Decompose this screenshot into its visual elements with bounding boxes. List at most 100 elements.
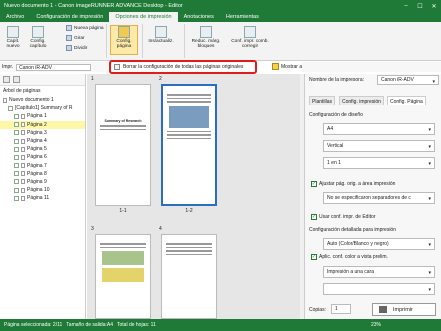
title-bar: Nuevo documento 1 - Canon imageRUNNER AD… bbox=[0, 0, 441, 12]
page-number: 2 bbox=[159, 76, 162, 82]
text-line bbox=[167, 137, 211, 139]
page-checkbox[interactable] bbox=[14, 122, 19, 128]
page-checkbox[interactable] bbox=[14, 130, 19, 136]
close-button[interactable]: ✕ bbox=[427, 3, 441, 10]
printer-select[interactable]: Canon iR-ADV bbox=[16, 63, 92, 71]
orientation-select[interactable]: Vertical ▾ bbox=[323, 140, 435, 152]
text-line bbox=[167, 101, 211, 103]
page-thumbnail[interactable] bbox=[161, 234, 217, 319]
tab-plantillas[interactable]: Plantillas bbox=[309, 96, 336, 105]
printer-label: Impr. bbox=[2, 64, 14, 70]
extra-option-select[interactable]: ▾ bbox=[323, 283, 435, 295]
split-button[interactable]: Dividir bbox=[66, 45, 87, 51]
output-size-status: Tamaño de salida:A4 bbox=[66, 322, 113, 328]
tree-page[interactable]: Página 9 bbox=[0, 178, 85, 186]
color-preview-checkbox[interactable]: ✓ Aplic. conf. color a vista prelim. bbox=[311, 254, 388, 260]
check-icon: ✓ bbox=[311, 181, 317, 187]
tree-page-selected[interactable]: Página 2 bbox=[0, 120, 85, 129]
insert-update-button[interactable]: Ins/actualiz. bbox=[146, 26, 176, 44]
tree-root[interactable]: Nuevo documento 1 bbox=[0, 96, 85, 104]
separator-select[interactable]: No se especificaron separadores de c ▾ bbox=[323, 192, 435, 204]
page-thumbnail-selected[interactable] bbox=[161, 84, 217, 206]
adjust-label: Ajustar pág. orig. a área impresión bbox=[319, 181, 396, 187]
chevron-down-icon: ▾ bbox=[428, 242, 431, 248]
paper-size-select[interactable]: A4 ▾ bbox=[323, 123, 435, 135]
tab-herramientas[interactable]: Herramientas bbox=[220, 12, 265, 22]
reset-all-pages-button[interactable]: Borrar la configuración de todas las pág… bbox=[109, 60, 257, 74]
chapter-checkbox[interactable] bbox=[8, 105, 13, 111]
expand-icon[interactable] bbox=[3, 76, 10, 83]
tree-page[interactable]: Página 8 bbox=[0, 170, 85, 178]
collapse-icon[interactable] bbox=[13, 76, 20, 83]
user-conf-checkbox[interactable]: ✓ Usar conf. impr. de Editor bbox=[311, 214, 375, 220]
tree-page[interactable]: Página 3 bbox=[0, 129, 85, 137]
chevron-down-icon: ▾ bbox=[428, 270, 431, 276]
tree-page-label: Página 6 bbox=[27, 154, 47, 161]
page-icon bbox=[21, 187, 25, 193]
rotate-button[interactable]: Girar bbox=[66, 35, 85, 41]
page-thumbnail[interactable]: Summary of Research bbox=[95, 84, 151, 206]
new-page-button[interactable]: Nueva página bbox=[66, 25, 104, 31]
combined-print-button[interactable]: Conf. impr. comb. corregir bbox=[230, 26, 270, 49]
tree-page[interactable]: Página 4 bbox=[0, 137, 85, 145]
page-icon bbox=[21, 146, 25, 152]
zoom-level[interactable]: 23% bbox=[367, 322, 441, 328]
page-checkbox[interactable] bbox=[14, 146, 19, 152]
pages-per-sheet-select[interactable]: 1 en 1 ▾ bbox=[323, 157, 435, 169]
print-button[interactable]: Imprimir bbox=[372, 303, 436, 316]
tab-anotaciones[interactable]: Anotaciones bbox=[178, 12, 220, 22]
print-side-select[interactable]: Impresión a una cara ▾ bbox=[323, 266, 435, 278]
maximize-button[interactable]: ☐ bbox=[413, 3, 427, 10]
reduce-margins-icon bbox=[200, 26, 212, 38]
page-checkbox[interactable] bbox=[14, 138, 19, 144]
tree-chapter[interactable]: [Capítulo1] Summary of R bbox=[0, 104, 85, 112]
tab-config-impresion[interactable]: Configuración de impresión bbox=[30, 12, 109, 22]
tree-page-label: Página 10 bbox=[27, 187, 50, 194]
page-icon bbox=[21, 130, 25, 136]
tree-page[interactable]: Página 7 bbox=[0, 162, 85, 170]
printer-name-select[interactable]: Canon iR-ADV ▾ bbox=[377, 75, 439, 85]
adjust-checkbox[interactable]: ✓ Ajustar pág. orig. a área impresión bbox=[311, 181, 395, 187]
page-checkbox[interactable] bbox=[14, 154, 19, 160]
color-mode-select[interactable]: Auto (Color/Blanco y negro) ▾ bbox=[323, 238, 435, 250]
tab-config-pagina-panel[interactable]: Config. Página bbox=[387, 96, 426, 105]
chevron-down-icon: ▾ bbox=[432, 79, 435, 85]
tab-opciones-impresion[interactable]: Opciones de impresión bbox=[109, 12, 178, 22]
color-mode-value: Auto (Color/Blanco y negro) bbox=[327, 241, 389, 247]
print-button-label: Imprimir bbox=[393, 306, 413, 313]
minimize-button[interactable]: – bbox=[399, 3, 413, 9]
tree-page[interactable]: Página 10 bbox=[0, 186, 85, 194]
reduce-margins-label: Reduc. márg. bloques bbox=[191, 39, 221, 49]
reduce-margins-button[interactable]: Reduc. márg. bloques bbox=[188, 26, 224, 49]
tree-page-label: Página 11 bbox=[27, 195, 50, 202]
thumbnail-image bbox=[102, 251, 144, 265]
tree-page[interactable]: Página 11 bbox=[0, 194, 85, 202]
page-thumbnail[interactable] bbox=[95, 234, 151, 319]
document-icon bbox=[3, 97, 7, 103]
tree-page[interactable]: Página 6 bbox=[0, 153, 85, 161]
tree-page[interactable]: Página 1 bbox=[0, 112, 85, 120]
page-checkbox[interactable] bbox=[14, 113, 19, 119]
tab-config-impresion-panel[interactable]: Config. impresión bbox=[339, 96, 384, 105]
chapter-settings-button[interactable]: Config. capítulo bbox=[27, 26, 49, 49]
tree-page-label: Página 2 bbox=[27, 121, 47, 128]
page-checkbox[interactable] bbox=[14, 179, 19, 185]
chevron-down-icon: ▾ bbox=[428, 161, 431, 167]
page-checkbox[interactable] bbox=[14, 187, 19, 193]
new-chapter-button[interactable]: Capít. nuevo bbox=[3, 26, 23, 49]
page-checkbox[interactable] bbox=[14, 163, 19, 169]
tree-page[interactable]: Página 5 bbox=[0, 145, 85, 153]
tree-page-label: Página 1 bbox=[27, 113, 47, 120]
ribbon-separator bbox=[106, 24, 107, 58]
copies-input[interactable]: 1 bbox=[331, 304, 351, 314]
page-checkbox[interactable] bbox=[14, 171, 19, 177]
status-bar: Página seleccionada: 2/11 Tamaño de sali… bbox=[0, 319, 441, 331]
page-checkbox[interactable] bbox=[14, 195, 19, 201]
page-preview-canvas: 1 2 Summary of Research 1-1 1-2 3 4 bbox=[87, 74, 300, 319]
page-settings-button[interactable]: Config. página bbox=[110, 25, 138, 55]
chevron-down-icon: ▾ bbox=[428, 196, 431, 202]
check-icon: ✓ bbox=[311, 254, 317, 260]
page-label: 1-1 bbox=[119, 208, 127, 214]
tab-archivo[interactable]: Archivo bbox=[0, 12, 30, 22]
new-chapter-label: Capít. nuevo bbox=[6, 39, 20, 49]
